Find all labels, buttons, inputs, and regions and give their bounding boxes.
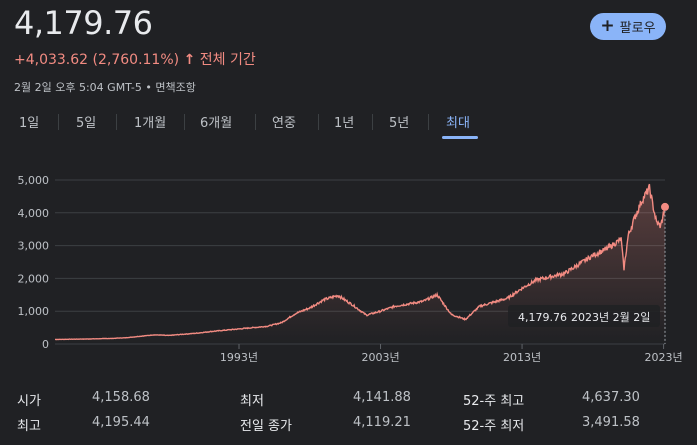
tab-1m[interactable]: 1개월: [134, 112, 166, 131]
stat-label-52w-high: 52-주 최고: [463, 394, 525, 409]
tab-divider: [372, 114, 373, 130]
y-axis: 5,000 4,000 3,000 2,000 1,000 0: [18, 174, 50, 351]
timestamp-disclaimer[interactable]: 2월 2일 오후 5:04 GMT-5 • 면책조항: [14, 79, 196, 95]
tab-divider: [58, 114, 59, 130]
stat-label-low: 최저: [240, 394, 264, 409]
tooltip-date: 2023년 2월 2일: [571, 310, 650, 324]
stat-value-high: 4,195.44: [92, 415, 150, 430]
y-tick-label: 2,000: [18, 272, 50, 285]
plus-icon: +: [600, 16, 615, 36]
tab-5d[interactable]: 5일: [76, 112, 96, 131]
tab-max[interactable]: 최대: [446, 112, 470, 131]
index-price: 4,179.76: [14, 4, 153, 42]
x-tick-label: 2003년: [361, 351, 399, 364]
y-tick-label: 0: [42, 338, 49, 351]
y-tick-label: 5,000: [18, 174, 50, 187]
stat-label-52w-low: 52-주 최저: [463, 419, 525, 434]
tab-5y[interactable]: 5년: [389, 112, 409, 131]
time-range-tabs: 1일 5일 1개월 6개월 연중 1년 5년 최대: [0, 112, 697, 139]
change-value: +4,033.62 (2,760.11%): [14, 52, 180, 68]
x-axis: 1993년 2003년 2013년 2023년: [220, 344, 683, 364]
stat-label-prev-close: 전일 종가: [240, 419, 292, 434]
tab-divider: [318, 114, 319, 130]
tab-6m[interactable]: 6개월: [200, 112, 232, 131]
follow-button-label: 팔로우: [619, 21, 656, 36]
y-tick-label: 4,000: [18, 207, 50, 220]
arrow-up-icon: ↑: [183, 52, 196, 68]
stat-value-low: 4,141.88: [353, 390, 411, 405]
y-tick-label: 1,000: [18, 305, 50, 318]
x-tick-label: 2013년: [503, 351, 541, 364]
tab-ytd[interactable]: 연중: [272, 112, 296, 131]
stat-value-open: 4,158.68: [92, 390, 150, 405]
tab-divider: [184, 114, 185, 130]
tooltip-value: 4,179.76: [518, 311, 567, 324]
follow-button[interactable]: + 팔로우: [590, 13, 666, 40]
tab-divider: [255, 114, 256, 130]
tab-divider: [428, 114, 429, 130]
stat-label-high: 최고: [17, 419, 41, 434]
price-chart[interactable]: 5,000 4,000 3,000 2,000 1,000 0 1993년 2003년 201…: [0, 165, 697, 370]
x-tick-label: 2023년: [645, 351, 683, 364]
tab-divider: [116, 114, 117, 130]
tab-1y[interactable]: 1년: [334, 112, 354, 131]
stat-value-prev-close: 4,119.21: [353, 415, 411, 430]
current-price-dot: [661, 202, 669, 211]
x-tick-label: 1993년: [220, 351, 258, 364]
change-period: 전체 기간: [199, 52, 256, 68]
price-change: +4,033.62 (2,760.11%) ↑ 전체 기간: [14, 49, 256, 69]
y-tick-label: 3,000: [18, 240, 50, 253]
tab-1d[interactable]: 1일: [19, 112, 39, 131]
stat-value-52w-low: 3,491.58: [582, 415, 640, 430]
chart-tooltip: 4,179.76 2023년 2월 2일: [508, 305, 660, 327]
stat-value-52w-high: 4,637.30: [582, 390, 640, 405]
active-tab-indicator: [442, 136, 478, 139]
stat-label-open: 시가: [17, 394, 41, 409]
